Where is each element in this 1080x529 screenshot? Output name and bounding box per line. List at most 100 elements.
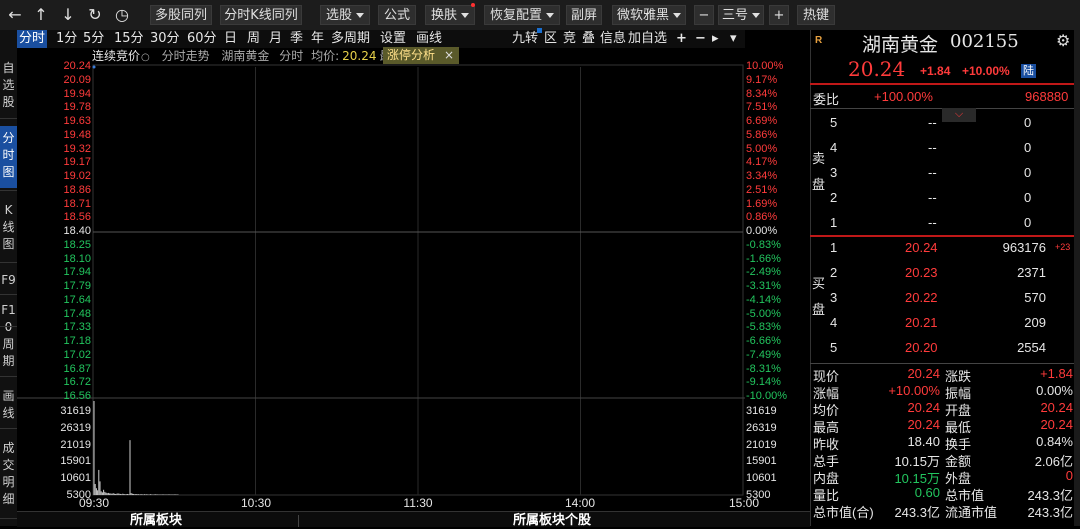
volume-tick-label-right: 5300 (746, 489, 771, 501)
pct-tick-label: 8.34% (746, 87, 778, 100)
toolbar-button-2[interactable]: 选股 (320, 5, 370, 25)
pct-tick-label: 3.34% (746, 170, 778, 182)
stat-value: 0.00% (1036, 383, 1073, 398)
left-tab-1[interactable]: 分时图 (0, 126, 17, 188)
price-change: +1.84 (920, 64, 951, 78)
buy-side-label: 买盘 (812, 276, 826, 317)
buy-price: 20.23 (905, 265, 938, 280)
volume-tick-label-right: 15901 (746, 455, 777, 468)
sell-price: -- (928, 165, 937, 180)
pct-tick-label: 4.17% (746, 156, 778, 169)
buy-stats-divider (810, 363, 1080, 364)
dropdown-arrow-icon (546, 13, 554, 18)
footer-sector-stocks-tab[interactable]: 所属板块个股 (513, 512, 591, 529)
left-tab-5[interactable]: 周期 (0, 332, 17, 374)
pct-tick-label: 10.00% (746, 60, 784, 72)
left-tab-0[interactable]: 自选股 (0, 56, 17, 116)
sell-volume: 0 (1024, 140, 1032, 155)
time-axis-label: 15:00 (728, 496, 760, 510)
period-tab-8[interactable]: 月 (269, 30, 282, 48)
toolbar-button-4[interactable]: 换肤 (425, 5, 475, 25)
buy-level: 1 (830, 240, 838, 255)
dropdown-chevron-icon[interactable]: ⌵ (942, 108, 976, 122)
period-tab-11[interactable]: 多周期 (331, 30, 370, 48)
quote-panel: R 湖南黄金 002155 ⚙ 20.24 +1.84 +10.00% 陆 委比… (810, 30, 1080, 526)
toolbar-button-5[interactable]: 恢复配置 (484, 5, 560, 25)
left-tab-separator (0, 262, 17, 263)
pct-tick-label: -4.14% (746, 293, 781, 306)
down-arrow-icon[interactable]: ↓ (57, 4, 79, 26)
toolbar-button-6[interactable]: 副屏 (566, 5, 602, 25)
clock-icon[interactable]: ◷ (111, 4, 133, 26)
period-tab-0[interactable]: 分时 (17, 30, 48, 48)
buy-delta: +23 (1055, 242, 1071, 252)
period-tab-7[interactable]: 周 (247, 30, 260, 48)
play-icon[interactable]: ▸ (712, 30, 719, 48)
sell-volume: 0 (1024, 115, 1032, 130)
toolbar-button-7[interactable]: 微软雅黑 (612, 5, 686, 25)
toolbar-button-9[interactable]: 三号 (718, 5, 764, 25)
period-tab-3[interactable]: 15分 (114, 30, 144, 48)
weibi-pct: +100.00% (874, 89, 933, 104)
stock-name: 湖南黄金 (862, 34, 939, 56)
period-tab-6[interactable]: 日 (224, 30, 237, 48)
toolbar-button-0[interactable]: 多股同列 (150, 5, 212, 25)
chart-tool-1[interactable]: 区 (544, 30, 557, 48)
stat-value: 20.24 (907, 400, 940, 415)
left-tab-separator (0, 190, 17, 191)
left-tab-6[interactable]: 画线 (0, 384, 17, 426)
pct-tick-label: -7.49% (746, 348, 781, 361)
footer-sector-tab[interactable]: 所属板块 (130, 512, 182, 529)
stat-value: 0 (1065, 468, 1073, 483)
chart-tool-4[interactable]: 信息 (600, 30, 626, 48)
market-badge: 陆 (1021, 64, 1036, 78)
left-tab-2[interactable]: K线图 (0, 198, 17, 260)
chart-tool-0[interactable]: 九转 (512, 30, 538, 48)
buy-volume: 963176 (1002, 240, 1046, 255)
chart-tool-5[interactable]: 加自选 (628, 30, 667, 48)
stat-value: 20.24 (1040, 417, 1073, 432)
toolbar-button-1[interactable]: 分时K线同列 (220, 5, 302, 25)
buy-level: 2 (830, 265, 838, 280)
minus-icon[interactable]: − (695, 30, 706, 48)
period-tab-12[interactable]: 设置 (380, 30, 406, 48)
period-tab-9[interactable]: 季 (290, 30, 303, 48)
period-tab-4[interactable]: 30分 (150, 30, 180, 48)
footer-bar: 所属板块 所属板块个股 (17, 511, 810, 529)
stat-value: 18.40 (907, 434, 940, 449)
toolbar-button-label: 热键 (802, 8, 829, 23)
period-tab-10[interactable]: 年 (311, 30, 324, 48)
toolbar-button-3[interactable]: 公式 (378, 5, 416, 25)
pct-tick-label: -1.66% (746, 252, 781, 265)
period-tab-13[interactable]: 画线 (416, 30, 442, 48)
toolbar-button-label: 微软雅黑 (616, 8, 669, 23)
sell-buy-divider (810, 235, 1080, 237)
add-icon[interactable]: + (676, 30, 687, 48)
left-tab-separator (0, 294, 17, 295)
period-tab-1[interactable]: 1分 (56, 30, 77, 48)
period-tab-5[interactable]: 60分 (187, 30, 217, 48)
back-arrow-icon[interactable]: ← (4, 4, 26, 26)
left-tab-4[interactable]: F10 (0, 298, 17, 334)
toolbar-button-11[interactable]: 热键 (797, 5, 835, 25)
pct-tick-label: 2.51% (746, 183, 778, 196)
menu-down-icon[interactable]: ▾ (730, 30, 737, 48)
time-axis-label: 10:30 (240, 496, 272, 510)
up-arrow-icon[interactable]: ↑ (30, 4, 52, 26)
toolbar-button-label: 副屏 (570, 8, 597, 23)
settings-gear-icon[interactable]: ⚙ (1056, 31, 1070, 51)
intraday-chart[interactable] (17, 48, 745, 496)
period-tab-2[interactable]: 5分 (83, 30, 104, 48)
chart-tool-2[interactable]: 竞 (563, 30, 576, 48)
toolbar-button-10[interactable]: + (769, 5, 789, 25)
left-tab-3[interactable]: F9 (0, 268, 17, 292)
buy-volume: 209 (1024, 315, 1046, 330)
left-tab-7[interactable]: 成交明细 (0, 436, 17, 516)
toolbar-button-label: − (698, 8, 710, 23)
chart-tool-3[interactable]: 叠 (582, 30, 595, 48)
toolbar-button-8[interactable]: − (694, 5, 714, 25)
volume-tick-label-right: 26319 (746, 421, 777, 434)
refresh-icon[interactable]: ↻ (84, 4, 106, 26)
stat-value: 20.24 (1040, 400, 1073, 415)
sell-level: 4 (830, 140, 838, 155)
